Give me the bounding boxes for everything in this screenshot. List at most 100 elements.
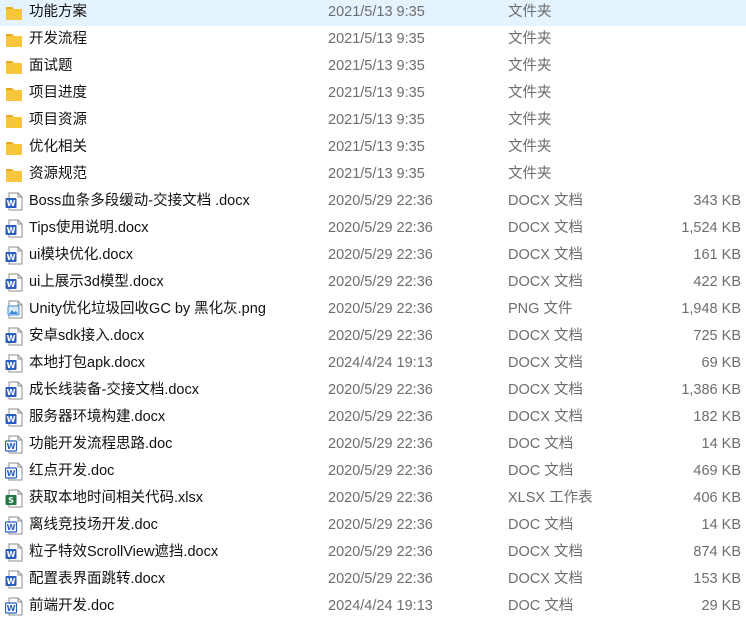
file-size: 1,386 KB — [681, 382, 741, 398]
file-row[interactable]: W 配置表界面跳转.docx 2020/5/29 22:36 DOCX 文档 153 … — [0, 566, 746, 593]
file-size: 69 KB — [701, 355, 742, 371]
file-size: 1,948 KB — [681, 301, 741, 317]
folder-row[interactable]: 面试题 2021/5/13 9:35 文件夹 — [0, 53, 746, 80]
file-name: 离线竞技场开发.doc — [29, 517, 158, 533]
folder-row[interactable]: 开发流程 2021/5/13 9:35 文件夹 — [0, 26, 746, 53]
file-row[interactable]: W ui模块优化.docx 2020/5/29 22:36 DOCX 文档 161 K… — [0, 242, 746, 269]
file-type: 文件夹 — [508, 31, 552, 47]
file-name: ui上展示3d模型.docx — [29, 274, 164, 290]
svg-text:W: W — [7, 280, 16, 289]
word-doc-icon: W — [4, 516, 23, 535]
file-name: 功能开发流程思路.doc — [29, 436, 173, 452]
file-list: 功能方案 2021/5/13 9:35 文件夹 开发流程 2021/5/13 9:35… — [0, 0, 746, 618]
modified-date: 2020/5/29 22:36 — [328, 274, 433, 290]
file-name: 红点开发.doc — [29, 463, 115, 479]
file-name: ui模块优化.docx — [29, 247, 133, 263]
folder-row[interactable]: 项目进度 2021/5/13 9:35 文件夹 — [0, 80, 746, 107]
file-type: DOCX 文档 — [508, 247, 583, 263]
word-docx-icon: W — [5, 219, 23, 238]
file-name: Boss血条多段缓动-交接文档 .docx — [29, 193, 250, 209]
file-size: 29 KB — [701, 598, 742, 614]
file-size: 469 KB — [693, 463, 741, 479]
file-type: 文件夹 — [508, 85, 552, 101]
svg-text:W: W — [7, 523, 16, 532]
file-size: 422 KB — [693, 274, 741, 290]
modified-date: 2021/5/13 9:35 — [328, 31, 425, 47]
folder-icon — [5, 57, 23, 76]
file-type: 文件夹 — [508, 4, 552, 20]
file-row[interactable]: W 服务器环境构建.docx 2020/5/29 22:36 DOCX 文档 182 … — [0, 404, 746, 431]
file-type: DOCX 文档 — [508, 274, 583, 290]
modified-date: 2020/5/29 22:36 — [328, 490, 433, 506]
file-size: 725 KB — [693, 328, 741, 344]
file-row[interactable]: W Tips使用说明.docx 2020/5/29 22:36 DOCX 文档 1,5… — [0, 215, 746, 242]
file-type: DOCX 文档 — [508, 193, 583, 209]
svg-text:W: W — [7, 226, 16, 235]
word-doc-icon: W — [4, 462, 23, 481]
svg-text:W: W — [7, 415, 16, 424]
file-type: 文件夹 — [508, 58, 552, 74]
modified-date: 2020/5/29 22:36 — [328, 436, 433, 452]
modified-date: 2020/5/29 22:36 — [328, 463, 433, 479]
file-type: DOCX 文档 — [508, 328, 583, 344]
modified-date: 2024/4/24 19:13 — [328, 598, 433, 614]
folder-row[interactable]: 优化相关 2021/5/13 9:35 文件夹 — [0, 134, 746, 161]
file-name: 服务器环境构建.docx — [29, 409, 166, 425]
modified-date: 2020/5/29 22:36 — [328, 517, 433, 533]
word-docx-icon: W — [5, 246, 23, 265]
modified-date: 2021/5/13 9:35 — [328, 58, 425, 74]
word-doc-icon: W — [4, 435, 23, 454]
file-row[interactable]: W 离线竞技场开发.doc 2020/5/29 22:36 DOC 文档 14 KB — [0, 512, 746, 539]
folder-row[interactable]: 项目资源 2021/5/13 9:35 文件夹 — [0, 107, 746, 134]
folder-icon — [5, 30, 23, 49]
file-type: DOC 文档 — [508, 598, 574, 614]
file-size: 406 KB — [693, 490, 741, 506]
file-type: PNG 文件 — [508, 301, 573, 317]
file-name: 获取本地时间相关代码.xlsx — [29, 490, 203, 506]
file-row[interactable]: W 安卓sdk接入.docx 2020/5/29 22:36 DOCX 文档 725 … — [0, 323, 746, 350]
file-size: 182 KB — [693, 409, 741, 425]
folder-icon — [5, 3, 23, 22]
file-name: 面试题 — [29, 58, 73, 74]
modified-date: 2021/5/13 9:35 — [328, 112, 425, 128]
file-row[interactable]: W 红点开发.doc 2020/5/29 22:36 DOC 文档 469 KB — [0, 458, 746, 485]
svg-text:W: W — [7, 361, 16, 370]
modified-date: 2020/5/29 22:36 — [328, 571, 433, 587]
file-row[interactable]: S 获取本地时间相关代码.xlsx 2020/5/29 22:36 XLSX 工作表… — [0, 485, 746, 512]
modified-date: 2020/5/29 22:36 — [328, 382, 433, 398]
file-type: DOCX 文档 — [508, 409, 583, 425]
file-row[interactable]: Unity优化垃圾回收GC by 黑化灰.png 2020/5/29 22:36 P… — [0, 296, 746, 323]
modified-date: 2020/5/29 22:36 — [328, 328, 433, 344]
file-row[interactable]: W 成长线装备-交接文档.docx 2020/5/29 22:36 DOCX 文档 1… — [0, 377, 746, 404]
svg-text:S: S — [8, 496, 14, 505]
file-name: 优化相关 — [29, 139, 87, 155]
file-type: 文件夹 — [508, 112, 552, 128]
svg-text:W: W — [7, 577, 16, 586]
file-size: 874 KB — [693, 544, 741, 560]
file-row[interactable]: W 前端开发.doc 2024/4/24 19:13 DOC 文档 29 KB — [0, 593, 746, 620]
modified-date: 2021/5/13 9:35 — [328, 85, 425, 101]
file-size: 14 KB — [701, 517, 742, 533]
file-type: DOC 文档 — [508, 463, 574, 479]
svg-text:W: W — [7, 604, 16, 613]
svg-text:W: W — [7, 253, 16, 262]
folder-icon — [5, 165, 23, 184]
svg-text:W: W — [7, 334, 16, 343]
folder-row[interactable]: 功能方案 2021/5/13 9:35 文件夹 — [0, 0, 746, 26]
file-size: 343 KB — [693, 193, 741, 209]
file-row[interactable]: W 粒子特效ScrollView遮挡.docx 2020/5/29 22:36 DO… — [0, 539, 746, 566]
folder-row[interactable]: 资源规范 2021/5/13 9:35 文件夹 — [0, 161, 746, 188]
file-name: 本地打包apk.docx — [29, 355, 146, 371]
file-row[interactable]: W ui上展示3d模型.docx 2020/5/29 22:36 DOCX 文档 42… — [0, 269, 746, 296]
file-row[interactable]: W 本地打包apk.docx 2024/4/24 19:13 DOCX 文档 69 K… — [0, 350, 746, 377]
file-name: 前端开发.doc — [29, 598, 115, 614]
file-name: 项目资源 — [29, 112, 87, 128]
file-row[interactable]: W 功能开发流程思路.doc 2020/5/29 22:36 DOC 文档 14 KB — [0, 431, 746, 458]
word-docx-icon: W — [5, 543, 23, 562]
file-name: 开发流程 — [29, 31, 87, 47]
folder-icon — [5, 84, 23, 103]
file-name: Unity优化垃圾回收GC by 黑化灰.png — [29, 301, 266, 317]
word-doc-icon: W — [4, 597, 23, 616]
file-name: 粒子特效ScrollView遮挡.docx — [29, 544, 219, 560]
file-row[interactable]: W Boss血条多段缓动-交接文档 .docx 2020/5/29 22:36 DO… — [0, 188, 746, 215]
